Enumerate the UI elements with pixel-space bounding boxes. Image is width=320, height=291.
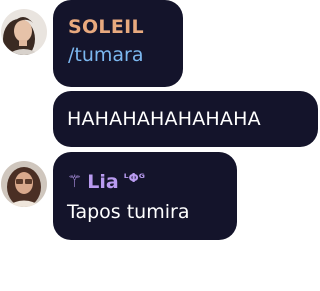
avatar[interactable] — [1, 9, 47, 55]
message-bubble: SOLEIL /tumara — [53, 0, 183, 87]
avatar-photo — [1, 161, 47, 207]
message-text: HAHAHAHAHAHAHA — [67, 108, 261, 130]
sender-name[interactable]: SOLEIL — [68, 16, 144, 38]
sender-name: Lia — [87, 171, 119, 193]
message-text: Tapos tumira — [67, 201, 190, 223]
caduceus-icon: ⚚ — [67, 172, 83, 192]
tag-badge: ᴸΦᴳ — [123, 171, 145, 185]
avatar-photo — [1, 9, 47, 55]
avatar[interactable] — [1, 161, 47, 207]
chat-thread: SOLEIL /tumara HAHAHAHAHAHAHA ⚚ Lia ᴸΦᴳ … — [0, 0, 320, 291]
message-bubble: HAHAHAHAHAHAHA — [53, 91, 318, 147]
message-bubble: ⚚ Lia ᴸΦᴳ Tapos tumira — [53, 152, 237, 240]
sender-name-row[interactable]: ⚚ Lia ᴸΦᴳ — [67, 171, 145, 193]
message-text: /tumara — [68, 44, 144, 66]
